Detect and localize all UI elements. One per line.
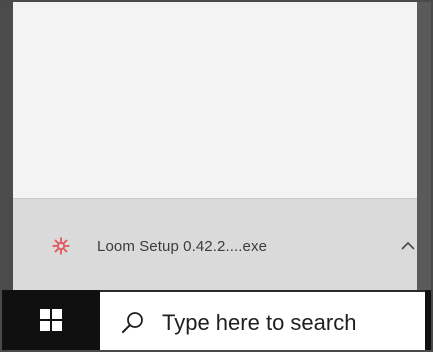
download-shelf: Loom Setup 0.42.2....exe (13, 198, 417, 291)
taskbar: Type here to search (2, 290, 431, 350)
start-button[interactable] (2, 290, 100, 350)
download-file-name: Loom Setup 0.42.2....exe (97, 237, 268, 255)
windows-logo-icon (40, 308, 62, 336)
search-icon (120, 310, 146, 336)
search-placeholder: Type here to search (162, 310, 357, 335)
page-content (13, 2, 417, 198)
window-edge-left (2, 2, 13, 290)
taskbar-search-box[interactable]: Type here to search (100, 290, 425, 350)
download-item[interactable]: Loom Setup 0.42.2....exe (43, 229, 415, 263)
loom-icon (51, 236, 71, 256)
browser-window: Loom Setup 0.42.2....exe Type here to se… (0, 0, 433, 352)
chevron-up-icon[interactable] (399, 237, 417, 255)
